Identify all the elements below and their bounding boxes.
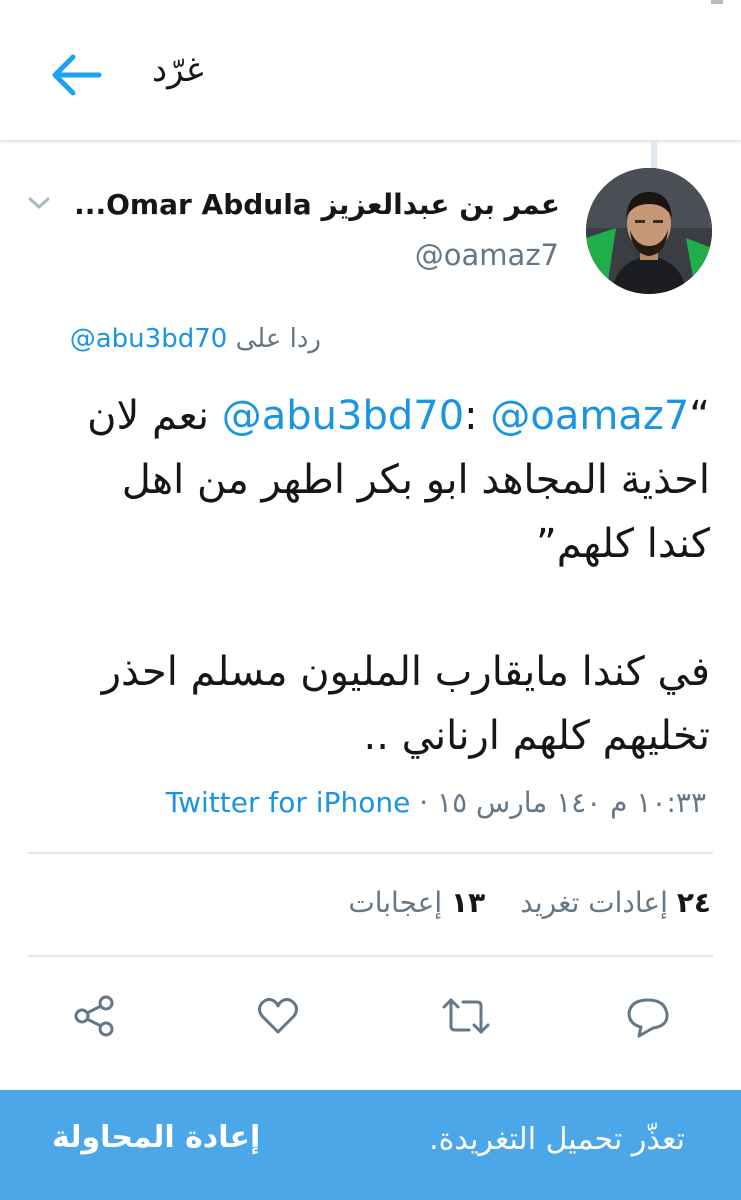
likes-stat[interactable]: ١٣ إعجابات: [348, 886, 485, 919]
arrow-left-icon: [52, 54, 102, 96]
divider: [28, 955, 713, 957]
author-handle[interactable]: @oamaz7: [415, 238, 559, 272]
likes-label: إعجابات: [348, 886, 443, 919]
author-name[interactable]: عمر بن عبدالعزيز Omar Abdula...: [74, 188, 560, 221]
chevron-down-icon: [28, 197, 50, 209]
meta-separator: ·: [410, 786, 438, 819]
reply-icon: [627, 998, 669, 1038]
avatar-image: [586, 168, 712, 294]
heart-icon: [258, 997, 298, 1034]
mention-link[interactable]: @oamaz7: [490, 393, 689, 439]
source-link[interactable]: Twitter for iPhone: [166, 786, 411, 819]
mention-separator: :: [464, 393, 491, 439]
divider: [28, 852, 713, 854]
tweet-menu-button[interactable]: [22, 190, 56, 216]
quote-open: “: [689, 393, 710, 439]
retry-button[interactable]: إعادة المحاولة: [52, 1120, 260, 1155]
retweet-icon: [442, 998, 490, 1034]
error-message: تعذّر تحميل التغريدة.: [429, 1122, 685, 1157]
retweets-stat[interactable]: ٢٤ إعادات تغريد: [520, 886, 711, 919]
scroll-indicator: [651, 140, 657, 170]
like-button[interactable]: [250, 988, 306, 1044]
reply-prefix: ردا على: [235, 324, 321, 354]
tweet-paragraph-1: “@abu3bd70: @oamaz7 نعم لان احذية المجاه…: [60, 384, 710, 576]
reply-to-link[interactable]: @abu3bd70: [70, 324, 228, 354]
back-button[interactable]: [40, 45, 110, 105]
likes-count: ١٣: [451, 886, 486, 919]
retweets-label: إعادات تغريد: [520, 886, 668, 919]
app-header: غرّد: [0, 0, 741, 140]
avatar[interactable]: [586, 168, 712, 294]
tweet-meta: ١٠:٣٣ م ١٤٠ مارس ١٥ · Twitter for iPhone: [166, 786, 706, 819]
timestamp[interactable]: ١٠:٣٣ م ١٤٠ مارس ١٥: [437, 786, 706, 819]
tweet-paragraph-2: في كندا مايقارب المليون مسلم احذر تخليهم…: [101, 649, 710, 759]
tweet-stats: ٢٤ إعادات تغريد ١٣ إعجابات: [322, 886, 711, 919]
tweet-text: “@abu3bd70: @oamaz7 نعم لان احذية المجاه…: [60, 384, 710, 768]
reply-context: ردا على @abu3bd70: [70, 324, 321, 354]
share-icon: [74, 995, 114, 1037]
reply-button[interactable]: [620, 988, 676, 1044]
retweet-button[interactable]: [438, 988, 494, 1044]
retweets-count: ٢٤: [676, 886, 711, 919]
mention-link[interactable]: @abu3bd70: [222, 393, 464, 439]
share-button[interactable]: [66, 988, 122, 1044]
page-title: غرّد: [152, 50, 204, 90]
status-bar-indicator: [711, 0, 723, 4]
error-banner: تعذّر تحميل التغريدة. إعادة المحاولة: [0, 1090, 741, 1200]
